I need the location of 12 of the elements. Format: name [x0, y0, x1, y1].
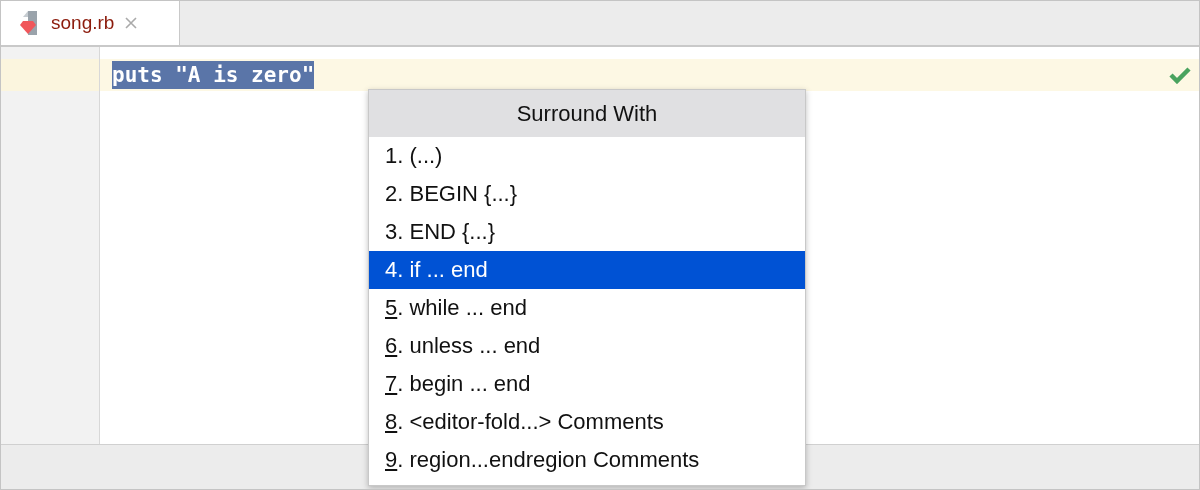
menu-item[interactable]: 8. <editor-fold...> Comments: [369, 403, 805, 441]
menu-item[interactable]: 5. while ... end: [369, 289, 805, 327]
menu-item[interactable]: 6. unless ... end: [369, 327, 805, 365]
file-tab[interactable]: song.rb: [1, 1, 180, 45]
popup-title: Surround With: [369, 90, 805, 137]
close-icon[interactable]: [124, 16, 139, 30]
menu-item[interactable]: 9. region...endregion Comments: [369, 441, 805, 479]
menu-item[interactable]: 1. (...): [369, 137, 805, 175]
menu-item[interactable]: 2. BEGIN {...}: [369, 175, 805, 213]
menu-item[interactable]: 4. if ... end: [369, 251, 805, 289]
menu-item[interactable]: 7. begin ... end: [369, 365, 805, 403]
menu-item[interactable]: 3. END {...}: [369, 213, 805, 251]
